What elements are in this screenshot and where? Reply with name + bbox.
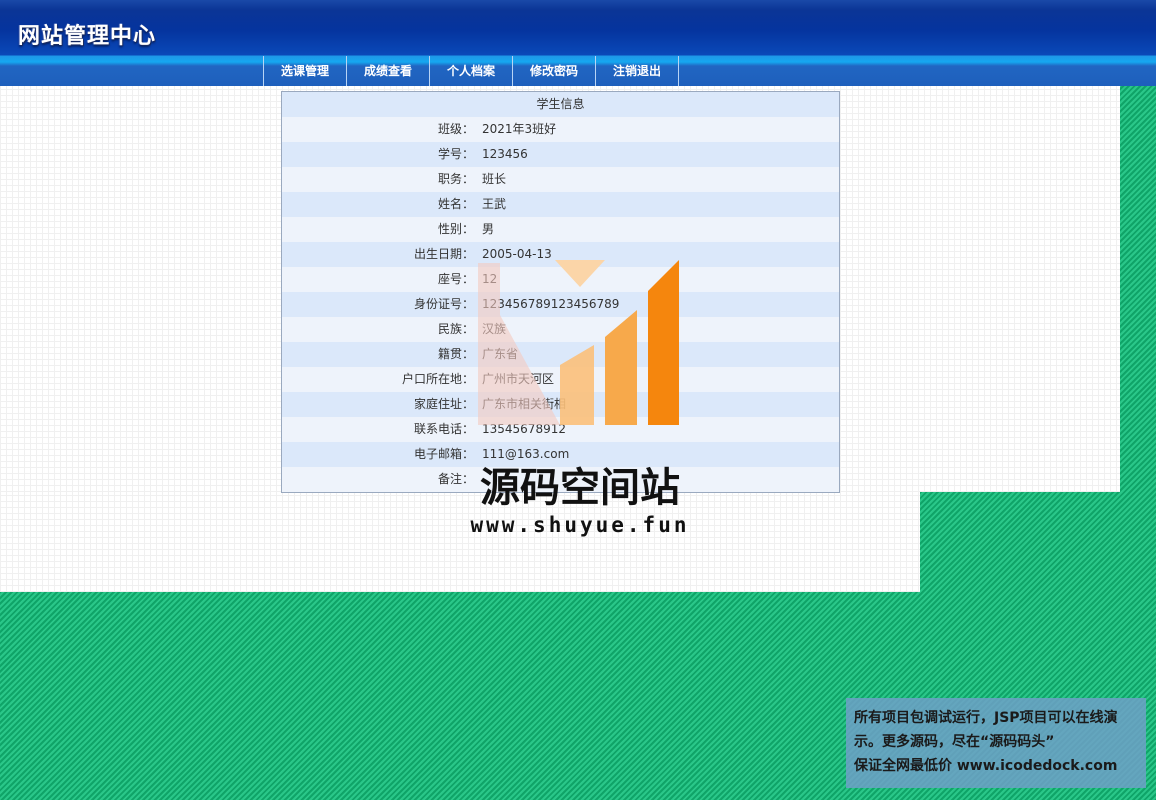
info-row: 职务： 班长 <box>282 167 839 192</box>
site-logo-title: 网站管理中心 <box>18 24 157 49</box>
info-row: 学号： 123456 <box>282 142 839 167</box>
student-info-table: 学生信息 班级： 2021年3班好 学号： 123456 职务： 班长 姓名： 王武 性别： 男出… <box>281 91 840 493</box>
info-value <box>482 467 839 492</box>
info-row: 籍贯： 广东省 <box>282 342 839 367</box>
info-value: 123456 <box>482 147 528 161</box>
info-row: 电子邮箱： 111@163.com <box>282 442 839 467</box>
info-label: 出生日期： <box>413 247 474 261</box>
info-label: 性别： <box>437 222 474 236</box>
info-value: 王武 <box>482 197 507 211</box>
info-label: 身份证号： <box>413 297 474 311</box>
info-label: 电子邮箱： <box>413 447 474 461</box>
info-value: 13545678912 <box>482 422 566 436</box>
info-row: 班级： 2021年3班好 <box>282 117 839 142</box>
main-nav: 选课管理 成绩查看 个人档案 修改密码 注销退出 <box>263 56 679 86</box>
info-label: 联系电话： <box>413 422 474 436</box>
info-row: 性别： 男 <box>282 217 839 242</box>
nav-profile[interactable]: 个人档案 <box>430 56 513 86</box>
info-row: 家庭住址： 广东市相关街相 <box>282 392 839 417</box>
nav-grades[interactable]: 成绩查看 <box>347 56 430 86</box>
info-label: 民族： <box>437 322 474 336</box>
info-label: 备注： <box>437 472 474 486</box>
ad-line-1: 所有项目包调试运行，JSP项目可以在线演示。更多源码，尽在“源码码头” <box>854 710 1118 750</box>
info-value: 班长 <box>482 172 507 186</box>
info-value: 广东省 <box>482 347 519 361</box>
info-row: 备注： <box>282 467 839 492</box>
info-value: 2005-04-13 <box>482 247 552 261</box>
info-value: 汉族 <box>482 322 507 336</box>
info-label: 职务： <box>437 172 474 186</box>
info-value: 广东市相关街相 <box>482 397 567 411</box>
ad-box: 所有项目包调试运行，JSP项目可以在线演示。更多源码，尽在“源码码头” 保证全网… <box>846 698 1146 788</box>
info-label: 家庭住址： <box>413 397 474 411</box>
info-label: 学号： <box>437 147 474 161</box>
content-panel-lower <box>0 492 920 592</box>
student-info-title: 学生信息 <box>282 92 839 117</box>
info-row: 出生日期： 2005-04-13 <box>282 242 839 267</box>
info-label: 姓名： <box>437 197 474 211</box>
info-value: 12 <box>482 272 498 286</box>
info-row: 姓名： 王武 <box>282 192 839 217</box>
info-row: 身份证号： 123456789123456789 <box>282 292 839 317</box>
info-value: 123456789123456789 <box>482 297 620 311</box>
info-row: 户口所在地： 广州市天河区 <box>282 367 839 392</box>
nav-change-password[interactable]: 修改密码 <box>513 56 596 86</box>
info-row: 座号： 12 <box>282 267 839 292</box>
info-label: 户口所在地： <box>401 372 474 386</box>
info-label: 籍贯： <box>437 347 474 361</box>
info-label: 班级： <box>437 122 474 136</box>
info-value: 男 <box>482 222 495 236</box>
nav-logout[interactable]: 注销退出 <box>596 56 679 86</box>
info-value: 2021年3班好 <box>482 122 557 136</box>
info-label: 座号： <box>437 272 474 286</box>
info-value: 111@163.com <box>482 447 570 461</box>
info-value: 广州市天河区 <box>482 372 555 386</box>
header: 网站管理中心 选课管理 成绩查看 个人档案 修改密码 注销退出 <box>0 0 1156 86</box>
ad-line-2: 保证全网最低价 www.icodedock.com <box>854 758 1118 774</box>
info-row: 联系电话： 13545678912 <box>282 417 839 442</box>
info-row: 民族： 汉族 <box>282 317 839 342</box>
nav-course-selection[interactable]: 选课管理 <box>264 56 347 86</box>
